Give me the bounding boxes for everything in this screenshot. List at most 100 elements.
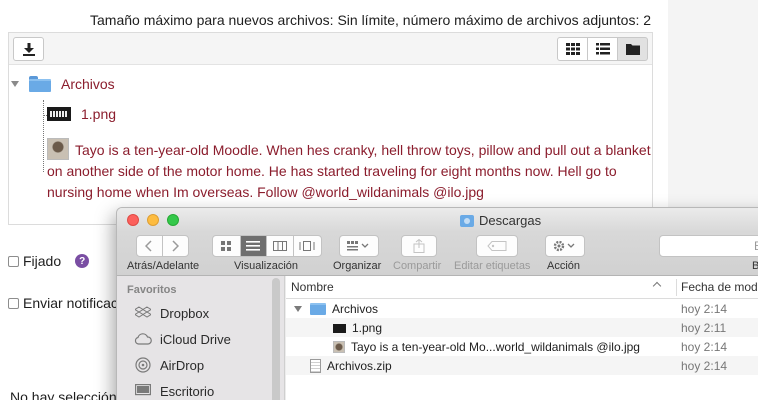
share-label: Compartir — [393, 260, 442, 272]
action-label: Acción — [547, 260, 581, 272]
fijado-label: Fijado — [23, 253, 62, 269]
upload-limits-info: Tamaño máximo para nuevos archivos: Sin … — [90, 12, 652, 28]
column-view-icon — [272, 241, 287, 251]
window-title-text: Descargas — [479, 213, 542, 228]
view-icons-button[interactable] — [557, 37, 588, 61]
list-row-archivos-zip[interactable]: Archivos.zip hoy 2:14 — [286, 356, 758, 375]
arrange-label: Organizar — [333, 260, 382, 272]
chevron-up-icon — [652, 281, 662, 291]
share-icon — [413, 239, 425, 253]
view-list-button[interactable] — [587, 37, 618, 61]
view-icons-segment[interactable] — [213, 236, 241, 256]
finder-toolbar: Atrás/Adelante Visualización Organizar C… — [117, 232, 758, 276]
list-row-tayo[interactable]: Tayo is a ten-year-old Mo...world_wildan… — [286, 337, 758, 356]
column-divider[interactable] — [676, 279, 677, 296]
enviar-checkbox[interactable] — [8, 297, 19, 309]
file-list: Nombre Fecha de modi Archivos hoy 2:14 1… — [286, 276, 758, 400]
tree-folder-archivos[interactable]: Archivos — [11, 76, 115, 92]
sidebar-scrollbar[interactable] — [272, 278, 280, 400]
sidebar-item-label: Escritorio — [160, 383, 215, 399]
folder-icon — [625, 44, 640, 55]
chevron-right-icon — [172, 240, 180, 252]
action-button[interactable] — [545, 235, 585, 257]
downloads-folder-icon — [460, 214, 474, 227]
expand-triangle-icon[interactable] — [11, 81, 19, 87]
no-selection-text: No hay selección — [10, 389, 117, 400]
icon-view-icon — [221, 241, 232, 251]
sidebar-item-label: Dropbox — [160, 305, 210, 321]
tree-connector — [43, 100, 44, 172]
row-date: hoy 2:11 — [681, 321, 727, 335]
minimize-button[interactable] — [147, 214, 159, 226]
image-file-icon — [333, 323, 346, 333]
file-manager: Archivos 1.png Tayo is a ten-year-old Mo… — [8, 32, 653, 225]
tree-file-tayo[interactable]: Tayo is a ten-year-old Moodle. When hes … — [47, 138, 657, 203]
finder-window[interactable]: Descargas Atrás/Adelante Visualización O… — [117, 208, 758, 400]
list-header: Nombre Fecha de modi — [286, 276, 758, 299]
finder-titlebar[interactable]: Descargas — [117, 208, 758, 232]
row-date: hoy 2:14 — [681, 302, 728, 316]
share-button[interactable] — [401, 235, 437, 257]
window-title: Descargas — [460, 213, 541, 228]
sidebar-item-dropbox[interactable]: Dropbox — [134, 305, 209, 321]
row-name: Tayo is a ten-year-old Mo...world_wildan… — [333, 340, 640, 354]
coverflow-view-icon — [299, 241, 315, 251]
sidebar-item-icloud[interactable]: iCloud Drive — [134, 331, 231, 347]
sidebar-item-escritorio[interactable]: Escritorio — [134, 383, 214, 399]
arrange-icon — [347, 241, 369, 251]
row-date: hoy 2:14 — [681, 340, 728, 354]
view-label: Visualización — [234, 260, 299, 272]
tree-file-label[interactable]: Tayo is a ten-year-old Moodle. When hes … — [47, 142, 651, 200]
list-row-archivos[interactable]: Archivos hoy 2:14 — [286, 299, 758, 318]
arrange-button[interactable] — [339, 235, 379, 257]
view-list-segment[interactable] — [240, 236, 268, 256]
folder-icon — [29, 76, 51, 92]
forward-button[interactable] — [163, 236, 188, 256]
grid-icon — [565, 43, 580, 55]
jpg-file-icon — [333, 341, 345, 353]
view-tree-button[interactable] — [617, 37, 648, 61]
tree-file-label[interactable]: 1.png — [81, 106, 116, 122]
column-header-name[interactable]: Nombre — [291, 280, 334, 294]
view-mode-group — [557, 37, 648, 61]
tree-file-1png[interactable]: 1.png — [47, 106, 116, 122]
desktop-icon — [134, 383, 152, 399]
tree-folder-label[interactable]: Archivos — [61, 76, 115, 92]
help-icon[interactable]: ? — [75, 254, 90, 268]
view-coverflow-segment[interactable] — [294, 236, 321, 256]
sidebar-section-header: Favoritos — [127, 284, 177, 296]
sidebar-item-airdrop[interactable]: AirDrop — [134, 357, 204, 373]
image-thumbnail-icon — [47, 107, 71, 121]
row-name: Archivos.zip — [310, 359, 392, 373]
row-name-text: 1.png — [352, 321, 383, 335]
tag-icon — [487, 241, 507, 251]
row-date: hoy 2:14 — [681, 359, 728, 373]
window-controls — [127, 214, 187, 226]
edit-tags-button[interactable] — [476, 235, 518, 257]
gear-icon — [553, 240, 575, 252]
disclosure-triangle-icon[interactable] — [294, 306, 302, 312]
row-name: 1.png — [333, 321, 382, 335]
enviar-label: Enviar notificac — [23, 295, 118, 311]
back-button[interactable] — [137, 236, 163, 256]
zoom-button[interactable] — [167, 214, 179, 226]
chevron-left-icon — [145, 240, 152, 252]
row-name: Archivos — [294, 302, 378, 316]
download-all-button[interactable] — [13, 37, 44, 61]
finder-sidebar: Favoritos Dropbox iCloud Drive AirDrop E… — [117, 276, 285, 400]
close-button[interactable] — [127, 214, 139, 226]
row-name-text: Archivos — [332, 302, 379, 316]
column-header-date[interactable]: Fecha de modi — [681, 280, 758, 294]
folder-icon — [310, 303, 326, 315]
fijado-checkbox[interactable] — [8, 255, 19, 267]
sidebar-item-label: AirDrop — [160, 357, 205, 373]
view-mode-control — [212, 235, 322, 257]
airdrop-icon — [134, 357, 152, 373]
list-icon — [595, 43, 610, 55]
cloud-icon — [134, 331, 152, 347]
list-row-1png[interactable]: 1.png hoy 2:11 — [286, 318, 758, 337]
search-field[interactable]: B — [659, 235, 758, 257]
view-columns-segment[interactable] — [267, 236, 294, 256]
enviar-notificacion-option: Enviar notificac — [8, 295, 118, 311]
list-view-icon — [246, 241, 261, 251]
